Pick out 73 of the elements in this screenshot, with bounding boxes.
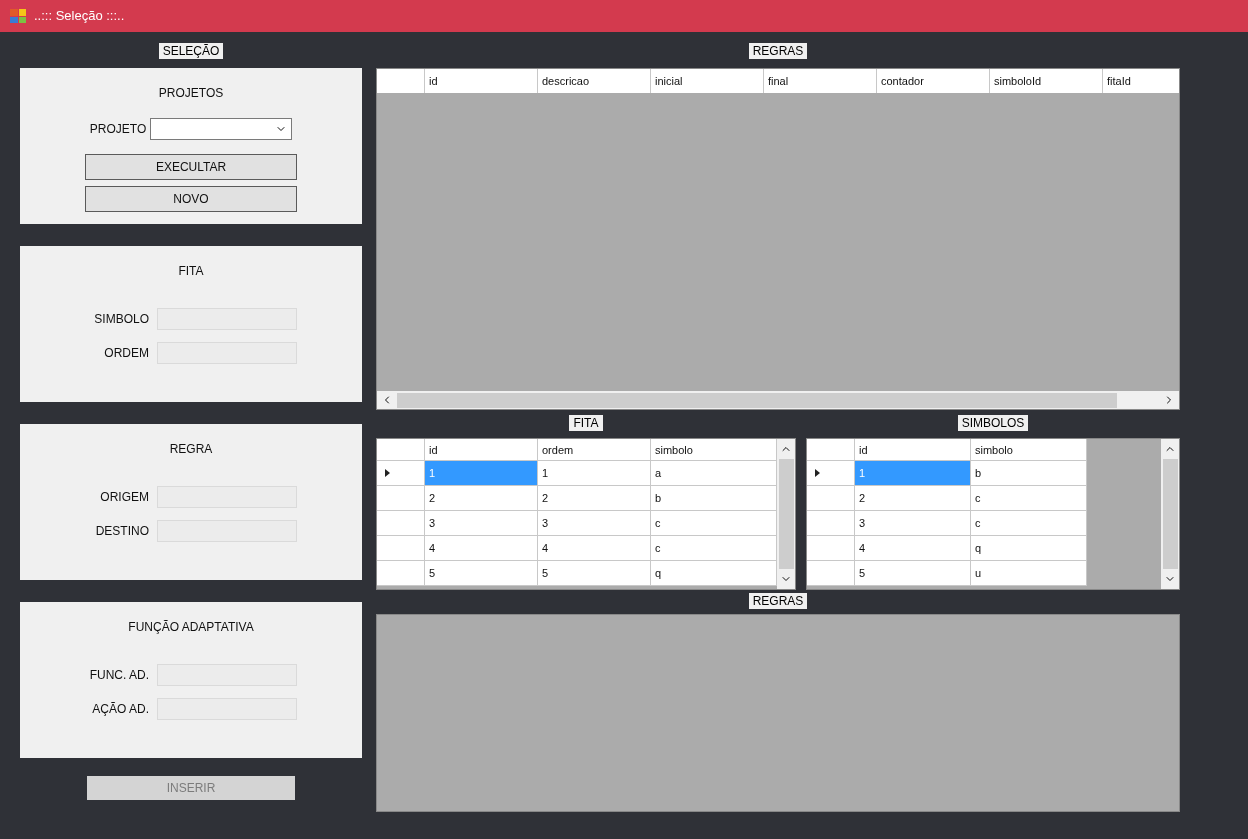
field-label: ORIGEM [99,489,149,506]
vertical-scrollbar[interactable] [777,439,795,589]
row-header[interactable] [807,536,855,560]
table-cell[interactable]: c [651,511,777,535]
row-header[interactable] [377,561,425,585]
row-header[interactable] [377,461,425,485]
table-cell[interactable]: 4 [425,536,538,560]
row-header[interactable] [377,486,425,510]
table-cell[interactable]: b [651,486,777,510]
row-header[interactable] [807,561,855,585]
table-cell[interactable]: 5 [425,561,538,585]
current-row-icon [385,469,390,477]
field-label: PROJETO [89,121,147,138]
table-cell[interactable]: 5 [538,561,651,585]
row-header[interactable] [807,511,855,535]
section-heading: FITA [569,415,603,431]
table-cell[interactable]: q [651,561,777,585]
action-button[interactable]: NOVO [85,186,297,212]
project-dropdown[interactable] [150,118,293,140]
table-cell[interactable]: 3 [425,511,538,535]
table-cell[interactable]: 2 [855,486,971,510]
table-cell[interactable]: 3 [538,511,651,535]
column-header[interactable]: id [855,439,971,460]
table-cell[interactable]: 4 [855,536,971,560]
column-header[interactable]: fitaId [1103,69,1176,93]
field-label: FUNC. AD. [88,667,149,684]
table-cell[interactable]: b [971,461,1087,485]
column-header[interactable]: contador [877,69,990,93]
column-header[interactable]: id [425,69,538,93]
column-header[interactable]: ordem [538,439,651,460]
app-icon [10,9,26,23]
table-cell[interactable]: a [651,461,777,485]
column-header[interactable]: simbolo [971,439,1087,460]
current-row-icon [815,469,820,477]
table-cell[interactable]: 3 [855,511,971,535]
column-header[interactable]: simboloId [990,69,1103,93]
row-header[interactable] [807,461,855,485]
row-header[interactable] [377,536,425,560]
panel-title: FUNÇÃO ADAPTATIVA [128,619,254,636]
table-cell[interactable]: c [971,511,1087,535]
column-header[interactable]: descricao [538,69,651,93]
row-header[interactable] [807,486,855,510]
section-heading: SIMBOLOS [957,415,1029,431]
table-cell[interactable]: q [971,536,1087,560]
section-heading: REGRAS [748,593,808,609]
table-cell[interactable]: 2 [425,486,538,510]
table-cell[interactable]: 4 [538,536,651,560]
column-header[interactable]: inicial [651,69,764,93]
horizontal-scrollbar[interactable] [377,391,1179,409]
panel-title: REGRA [169,441,213,458]
column-header[interactable]: final [764,69,877,93]
scroll-thumb[interactable] [778,459,794,569]
column-header[interactable]: id [425,439,538,460]
panel-title: FITA [178,263,204,280]
table-cell[interactable]: u [971,561,1087,585]
table-cell[interactable]: 5 [855,561,971,585]
window-title: ..::: Seleção :::.. [34,7,125,26]
section-heading: SELEÇÃO [158,43,224,59]
field-label: SIMBOLO [93,311,149,328]
table-cell[interactable]: 1 [538,461,651,485]
table-cell[interactable]: c [651,536,777,560]
field-label: ORDEM [103,345,149,362]
scroll-thumb[interactable] [397,392,1117,408]
action-button[interactable]: EXECULTAR [85,154,297,180]
table-cell[interactable]: 2 [538,486,651,510]
field-label: AÇÃO AD. [91,701,149,718]
table-cell[interactable]: c [971,486,1087,510]
scroll-thumb[interactable] [1162,459,1178,569]
section-heading: REGRAS [748,43,808,59]
panel-title: PROJETOS [158,85,224,102]
vertical-scrollbar[interactable] [1161,439,1179,589]
row-header[interactable] [377,511,425,535]
field-label: DESTINO [94,523,149,540]
